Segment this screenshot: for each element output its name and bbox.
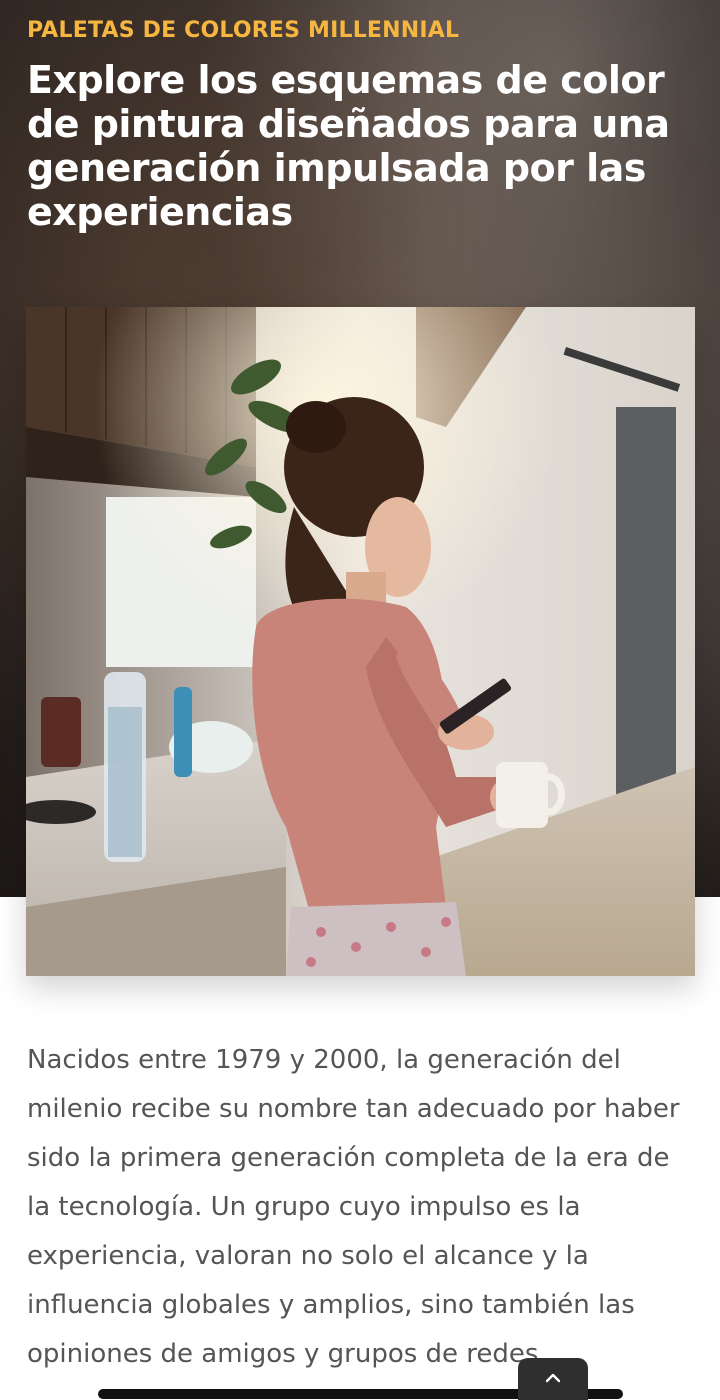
hero-photo — [26, 307, 695, 976]
hero-title: Explore los esquemas de color de pintura… — [27, 58, 670, 234]
scroll-to-top-button[interactable] — [518, 1358, 588, 1400]
chevron-up-icon — [546, 1373, 560, 1383]
hero-eyebrow: PALETAS DE COLORES MILLENNIAL — [27, 18, 460, 43]
article-body: Nacidos entre 1979 y 2000, la generación… — [0, 1036, 720, 1393]
article-paragraph: Nacidos entre 1979 y 2000, la generación… — [27, 1045, 680, 1369]
